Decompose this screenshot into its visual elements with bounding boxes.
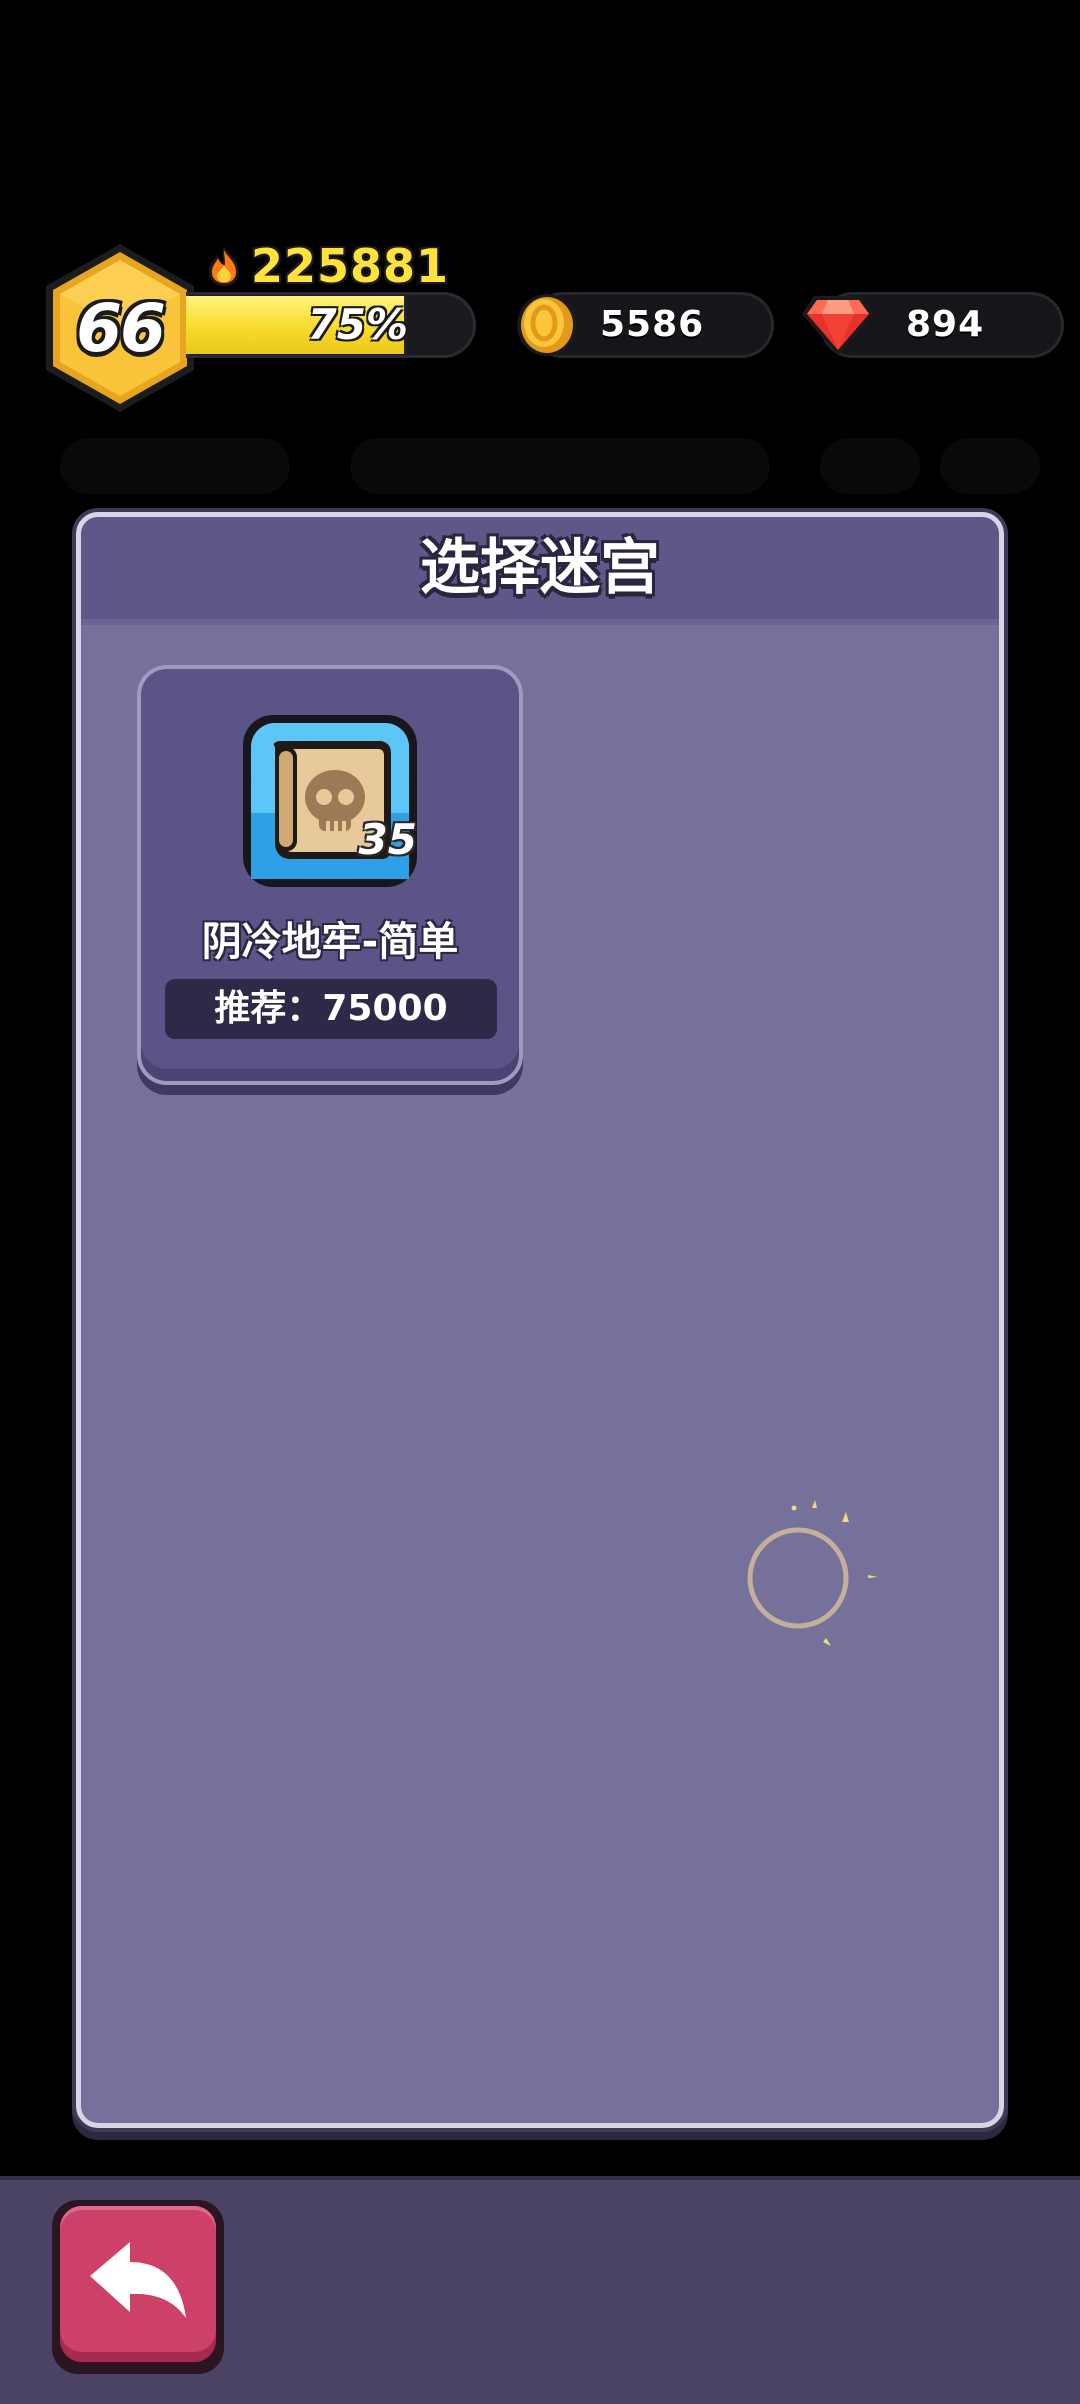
flame-icon bbox=[209, 246, 239, 286]
player-level: 66 bbox=[76, 289, 166, 367]
red-gem-icon bbox=[800, 294, 876, 358]
select-maze-panel: 选择迷宫 35 阴冷地牢-简单 推荐：75000 bbox=[76, 512, 1004, 2128]
xp-percent-label: 75% bbox=[307, 300, 408, 349]
maze-card-dungeon-easy[interactable]: 35 阴冷地牢-简单 推荐：75000 bbox=[137, 665, 523, 1085]
tap-ring-effect bbox=[730, 1490, 880, 1660]
xp-progress-bar: 75% bbox=[186, 292, 476, 358]
maze-recommend-box: 推荐：75000 bbox=[165, 979, 497, 1039]
back-arrow-icon bbox=[90, 2242, 186, 2318]
power-value: 225881 bbox=[251, 239, 450, 293]
back-button-face bbox=[60, 2206, 216, 2362]
gold-coin-icon bbox=[514, 292, 580, 358]
maze-level-number: 35 bbox=[358, 815, 417, 864]
panel-title: 选择迷宫 bbox=[420, 533, 660, 603]
back-button[interactable] bbox=[52, 2200, 224, 2374]
player-power: 225881 bbox=[205, 238, 449, 294]
background-toolbar-faded bbox=[60, 420, 1040, 510]
coin-value: 5586 bbox=[600, 304, 705, 345]
maze-recommend-power: 推荐：75000 bbox=[214, 988, 448, 1029]
maze-name: 阴冷地牢-简单 bbox=[201, 919, 459, 965]
gem-value: 894 bbox=[906, 304, 985, 345]
player-level-badge: 66 bbox=[40, 240, 200, 416]
